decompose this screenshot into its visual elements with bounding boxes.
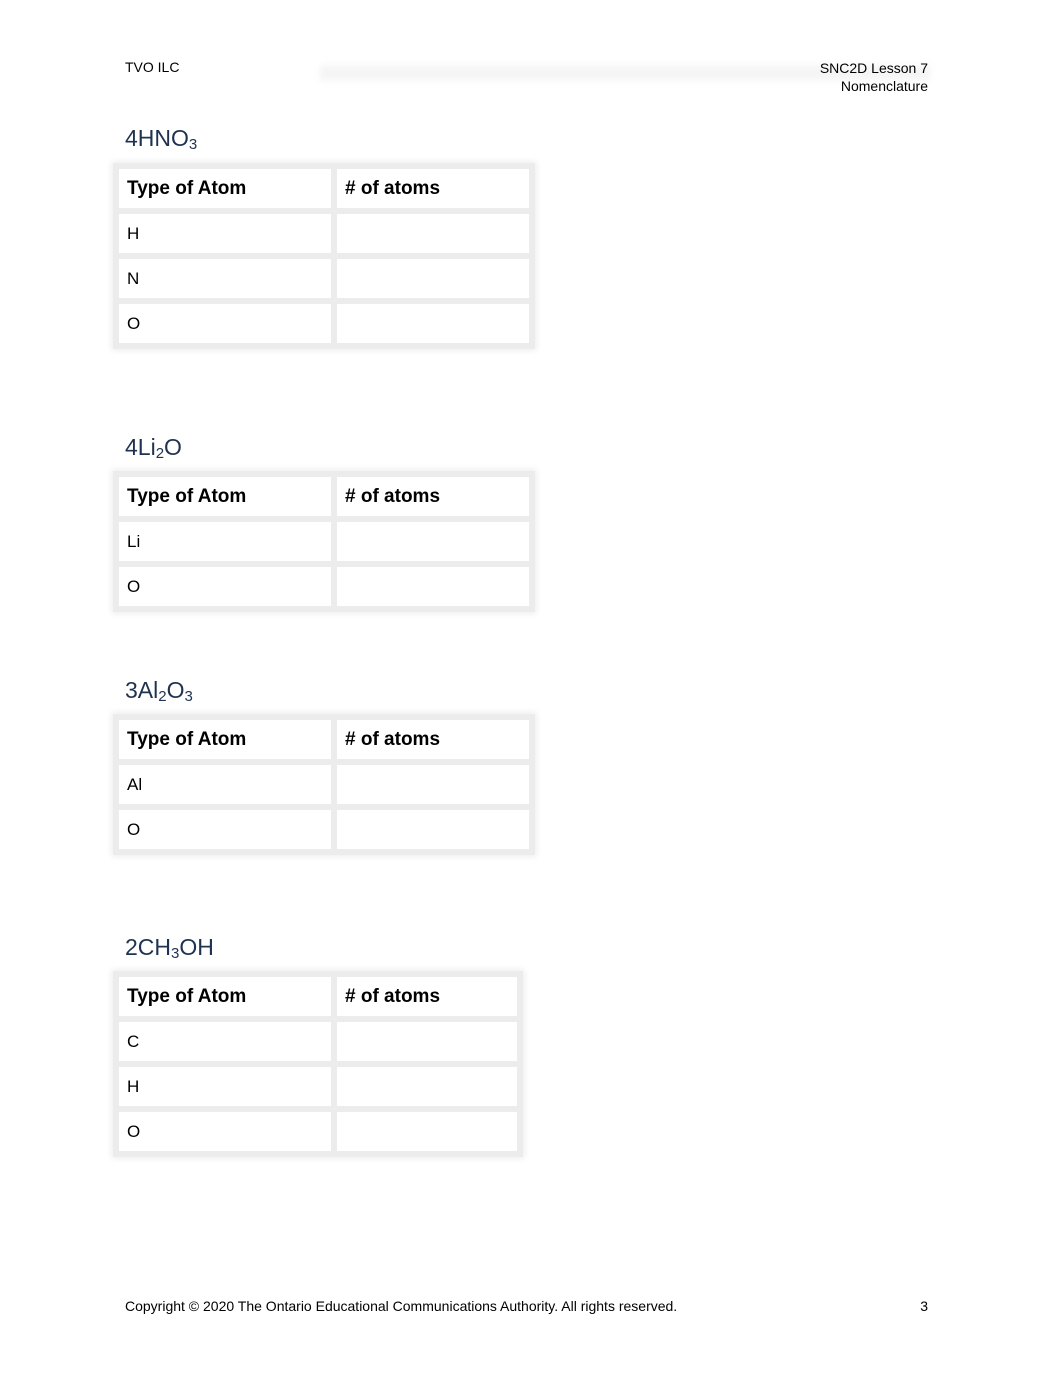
atom-type: O: [113, 804, 337, 855]
atom-type: H: [113, 208, 337, 259]
table-row: O: [113, 561, 535, 612]
formula-subscript: 2: [155, 445, 165, 462]
table-row: Al: [113, 759, 535, 810]
atom-table-3: Type of Atom # of atoms Al O: [113, 714, 535, 855]
header-right: SNC2D Lesson 7 Nomenclature: [820, 59, 928, 95]
formula-part: O: [166, 677, 185, 703]
formula-heading-1: 4HNO3: [125, 125, 197, 153]
table-row: C: [113, 1016, 523, 1067]
header-count: # of atoms: [331, 714, 535, 765]
lesson-topic: Nomenclature: [840, 78, 928, 94]
atom-count-cell[interactable]: [331, 561, 535, 612]
page-number: 3: [920, 1298, 928, 1314]
atom-table-2: Type of Atom # of atoms Li O: [113, 471, 535, 612]
atom-count-cell[interactable]: [331, 298, 535, 349]
formula-heading-2: 4Li2O: [125, 434, 182, 462]
formula-heading-4: 2CH3OH: [125, 934, 214, 962]
atom-count-cell[interactable]: [331, 1016, 523, 1067]
atom-table-4: Type of Atom # of atoms C H O: [113, 971, 523, 1157]
atom-type: Li: [113, 516, 337, 567]
table-row: O: [113, 298, 535, 349]
atom-type: O: [113, 561, 337, 612]
table-row: N: [113, 253, 535, 304]
header-count: # of atoms: [331, 163, 535, 214]
atom-type: O: [113, 1106, 337, 1157]
table-row: O: [113, 1106, 523, 1157]
atom-count-cell[interactable]: [331, 804, 535, 855]
table-header-row: Type of Atom # of atoms: [113, 714, 535, 765]
atom-type: H: [113, 1061, 337, 1112]
formula-part: 3Al: [125, 677, 159, 703]
table-header-row: Type of Atom # of atoms: [113, 971, 523, 1022]
atom-count-cell[interactable]: [331, 516, 535, 567]
table-row: Li: [113, 516, 535, 567]
atom-type: O: [113, 298, 337, 349]
atom-count-cell[interactable]: [331, 208, 535, 259]
formula-subscript: 2: [158, 688, 167, 705]
table-row: H: [113, 208, 535, 259]
formula-heading-3: 3Al2O3: [125, 677, 193, 705]
formula-part: 4HNO: [125, 125, 189, 151]
atom-count-cell[interactable]: [331, 1106, 523, 1157]
table-header-row: Type of Atom # of atoms: [113, 471, 535, 522]
atom-table-1: Type of Atom # of atoms H N O: [113, 163, 535, 349]
header-left: TVO ILC: [125, 59, 180, 75]
header-type: Type of Atom: [113, 163, 337, 214]
atom-count-cell[interactable]: [331, 1061, 523, 1112]
table-row: O: [113, 804, 535, 855]
table-header-row: Type of Atom # of atoms: [113, 163, 535, 214]
formula-part: 2CH: [125, 934, 172, 960]
atom-count-cell[interactable]: [331, 759, 535, 810]
header-type: Type of Atom: [113, 971, 337, 1022]
formula-subscript: 3: [184, 688, 193, 705]
copyright-footer: Copyright © 2020 The Ontario Educational…: [125, 1298, 678, 1314]
header-count: # of atoms: [331, 971, 523, 1022]
formula-part: OH: [179, 934, 214, 960]
atom-type: C: [113, 1016, 337, 1067]
table-row: H: [113, 1061, 523, 1112]
header-count: # of atoms: [331, 471, 535, 522]
atom-type: N: [113, 253, 337, 304]
header-type: Type of Atom: [113, 471, 337, 522]
formula-part: 4Li: [125, 434, 156, 460]
header-type: Type of Atom: [113, 714, 337, 765]
formula-subscript: 3: [188, 136, 198, 153]
formula-part: O: [164, 434, 182, 460]
atom-type: Al: [113, 759, 337, 810]
course-lesson: SNC2D Lesson 7: [819, 60, 928, 76]
atom-count-cell[interactable]: [331, 253, 535, 304]
